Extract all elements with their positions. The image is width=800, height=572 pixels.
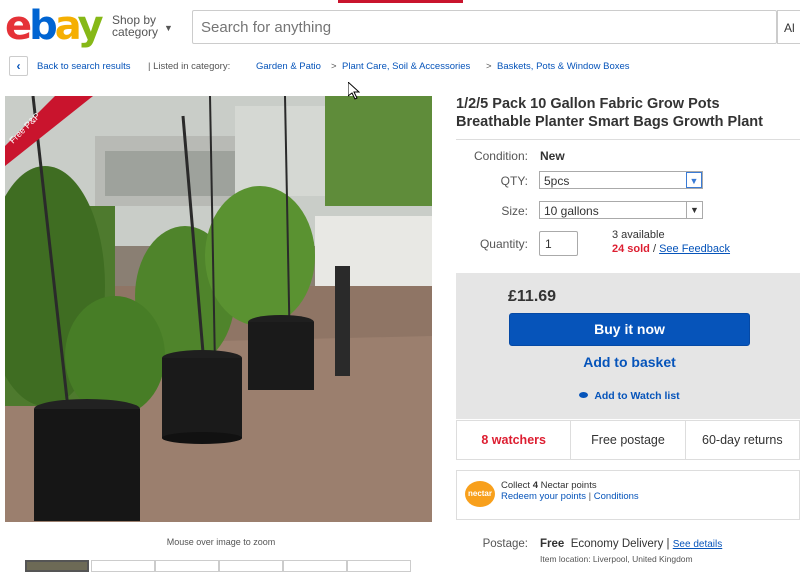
- thumbnail[interactable]: [155, 560, 219, 572]
- chevron-down-icon: ▼: [686, 172, 702, 188]
- returns-info: 60-day returns: [702, 433, 783, 447]
- breadcrumb-item[interactable]: Plant Care, Soil & Accessories: [342, 61, 470, 72]
- qty-selected-value: 5pcs: [544, 174, 570, 188]
- redeem-link[interactable]: Redeem your points: [501, 491, 586, 502]
- divider: [456, 139, 800, 140]
- back-to-search-link[interactable]: Back to search results: [37, 61, 130, 72]
- collect-suffix: Nectar points: [537, 480, 597, 491]
- ebay-logo[interactable]: ebay: [5, 3, 104, 49]
- stats-bar: 8 watchers Free postage 60-day returns: [456, 420, 800, 460]
- add-to-basket-button[interactable]: Add to basket: [509, 354, 750, 370]
- top-accent-bar: [338, 0, 463, 3]
- postage-separator: |: [663, 538, 673, 550]
- condition-value: New: [540, 149, 565, 163]
- thumbnail[interactable]: [91, 560, 155, 572]
- logo-letter: e: [5, 3, 32, 49]
- breadcrumb-item[interactable]: Baskets, Pots & Window Boxes: [497, 61, 630, 72]
- breadcrumb-item[interactable]: Garden & Patio: [256, 61, 321, 72]
- thumbnail[interactable]: [25, 560, 89, 572]
- mouse-cursor-icon: [348, 82, 360, 100]
- thumbnail[interactable]: [283, 560, 347, 572]
- available-count: 3 available: [612, 229, 665, 241]
- size-select[interactable]: 10 gallons ▼: [539, 201, 703, 219]
- size-selected-value: 10 gallons: [544, 204, 599, 218]
- buy-it-now-button[interactable]: Buy it now: [509, 313, 750, 346]
- category-label: category: [112, 25, 159, 39]
- postage-label: Postage:: [482, 538, 528, 550]
- postage-info: Free Economy Delivery | See details: [540, 538, 722, 550]
- nectar-links: Redeem your points | Conditions: [501, 491, 639, 502]
- conditions-link[interactable]: Conditions: [594, 491, 639, 502]
- collect-prefix: Collect: [501, 480, 533, 491]
- qty-label: QTY:: [500, 174, 528, 188]
- see-details-link[interactable]: See details: [673, 539, 722, 550]
- chevron-down-icon: ▼: [686, 202, 702, 218]
- search-input[interactable]: [192, 10, 777, 44]
- breadcrumb-separator: >: [331, 61, 337, 72]
- sold-separator: /: [649, 243, 660, 255]
- breadcrumb-separator: >: [486, 61, 492, 72]
- sold-info: 24 sold / See Feedback: [612, 243, 730, 255]
- postage-service: Economy Delivery: [570, 538, 664, 550]
- shop-by-category-button[interactable]: Shop by category ▼: [112, 14, 173, 39]
- eye-icon: [579, 392, 589, 398]
- nectar-box: nectar Collect 4 Nectar points Redeem yo…: [456, 470, 800, 520]
- condition-label: Condition:: [473, 149, 528, 163]
- postage-free: Free: [540, 538, 565, 550]
- back-arrow-button[interactable]: ‹: [9, 56, 28, 76]
- free-postage-info: Free postage: [571, 421, 686, 459]
- logo-letter: a: [54, 3, 81, 49]
- see-feedback-link[interactable]: See Feedback: [659, 243, 730, 255]
- sold-count: 24 sold: [612, 243, 650, 255]
- thumbnail[interactable]: [347, 560, 411, 572]
- product-image[interactable]: Free P&P: [5, 96, 432, 522]
- caret-down-icon: ▼: [164, 23, 173, 33]
- listed-in-label: | Listed in category:: [148, 61, 231, 72]
- nectar-collect-text: Collect 4 Nectar points: [501, 480, 597, 491]
- logo-letter: b: [29, 3, 58, 49]
- quantity-input[interactable]: [539, 231, 578, 256]
- watch-label: Add to Watch list: [594, 390, 680, 402]
- free-pp-ribbon: Free P&P: [5, 96, 93, 166]
- item-location: Item location: Liverpool, United Kingdom: [540, 554, 693, 564]
- thumbnail[interactable]: [219, 560, 283, 572]
- nectar-logo: nectar: [465, 481, 495, 507]
- quantity-label: Quantity:: [479, 237, 528, 251]
- add-to-watchlist-link[interactable]: Add to Watch list: [509, 390, 750, 402]
- watchers-count: 8 watchers: [457, 421, 572, 459]
- link-separator: |: [586, 491, 594, 502]
- qty-select[interactable]: 5pcs ▼: [539, 171, 703, 189]
- zoom-hint: Mouse over image to zoom: [166, 537, 276, 547]
- product-title: 1/2/5 Pack 10 Gallon Fabric Grow Pots Br…: [456, 96, 763, 130]
- category-select[interactable]: Al: [777, 10, 800, 44]
- size-label: Size:: [501, 204, 528, 218]
- price: £11.69: [508, 288, 557, 305]
- logo-letter: y: [77, 3, 104, 49]
